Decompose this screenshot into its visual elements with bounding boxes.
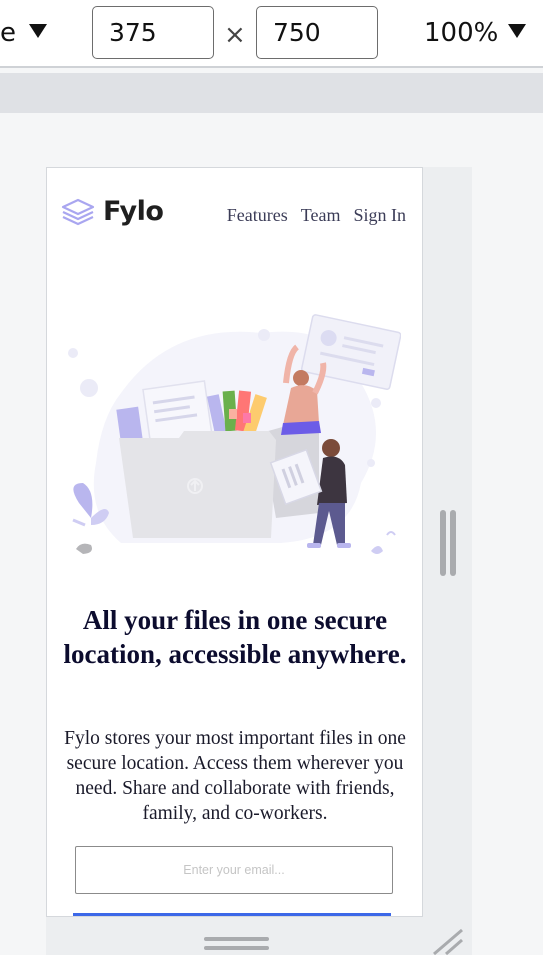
fylo-logo[interactable]: Fylo	[61, 196, 164, 227]
nav-link-team[interactable]: Team	[301, 205, 341, 226]
hero-description: Fylo stores your most important files in…	[64, 728, 406, 824]
main-nav: Features Team Sign In	[227, 205, 406, 226]
email-input[interactable]	[75, 846, 393, 894]
resize-handle-bottom[interactable]	[204, 937, 269, 941]
layered-stack-icon	[61, 198, 95, 225]
dimension-separator: ×	[224, 20, 246, 50]
logo-text: Fylo	[103, 196, 164, 227]
device-toolbar: e 375 × 750 100%	[0, 0, 543, 68]
viewport-height-input[interactable]: 750	[256, 6, 378, 59]
emulated-viewport: Fylo Features Team Sign In All your file…	[46, 167, 423, 917]
device-select-label[interactable]: e	[0, 18, 16, 48]
media-query-bar	[0, 73, 543, 113]
device-dropdown-icon[interactable]	[29, 24, 47, 38]
resize-handle-bottom-bar[interactable]	[204, 946, 269, 950]
resize-corner-grip-icon[interactable]	[430, 928, 464, 955]
nav-link-sign-in[interactable]: Sign In	[353, 205, 406, 226]
viewport-width-input[interactable]: 375	[92, 6, 214, 59]
nav-link-features[interactable]: Features	[227, 205, 288, 226]
zoom-dropdown-icon[interactable]	[508, 24, 526, 38]
zoom-select-label[interactable]: 100%	[424, 18, 498, 48]
resize-handle-right-bar[interactable]	[450, 510, 456, 576]
files-illustration	[68, 314, 401, 554]
hero-headline: All your files in one secure location, a…	[63, 605, 407, 669]
resize-handle-right[interactable]	[440, 510, 446, 576]
get-started-button[interactable]	[73, 913, 391, 916]
